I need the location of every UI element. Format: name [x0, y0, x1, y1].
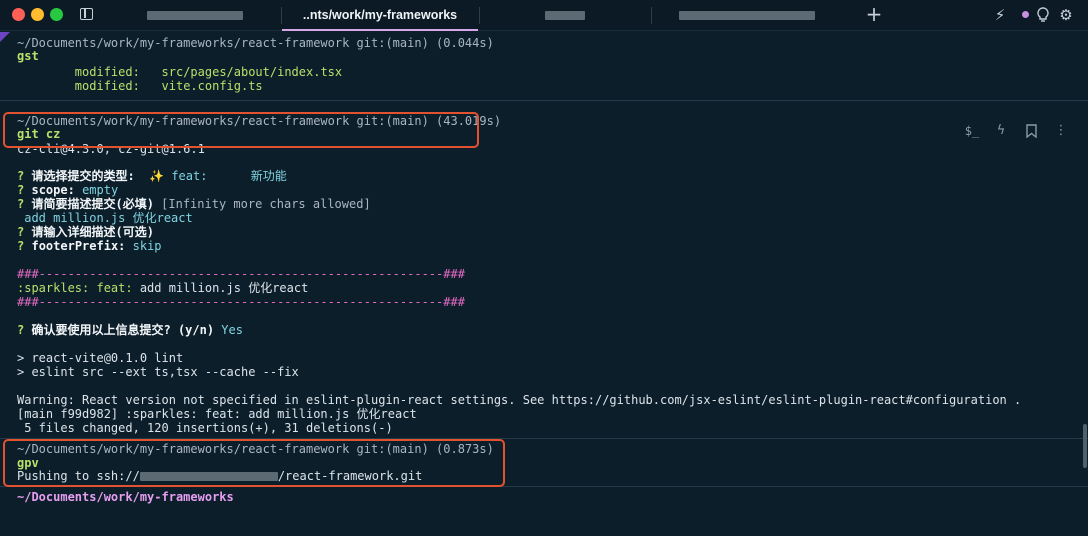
prompt-commit-type: ? 请选择提交的类型: ✨ feat: 新功能 — [17, 169, 287, 183]
gear-icon[interactable]: ⚙ — [1056, 4, 1076, 26]
prompt-footer-prefix: ? footerPrefix: skip — [17, 239, 162, 253]
redacted-tab-title — [545, 11, 585, 21]
dot-icon — [1022, 11, 1029, 18]
question-mark: ? — [17, 169, 25, 183]
bolt-icon[interactable]: ⚡ — [990, 4, 1010, 26]
question-mark: ? — [17, 183, 25, 197]
question-label: 请简要描述提交(必填) — [31, 197, 154, 211]
summary-text: add million.js 优化react — [139, 281, 309, 295]
prompt-confirm: ? 确认要使用以上信息提交? (y/n) Yes — [17, 323, 243, 337]
plus-icon[interactable]: + — [863, 4, 885, 26]
tab-1[interactable] — [110, 0, 280, 31]
tab-active[interactable]: ..nts/work/my-frameworks — [282, 0, 478, 31]
prompt-subject: ? 请简要描述提交(必填) [Infinity more chars allow… — [17, 197, 371, 211]
prompt-body: ? 请输入详细描述(可选) — [17, 225, 154, 239]
question-label: 请输入详细描述(可选) — [31, 225, 154, 239]
bookmark-icon[interactable] — [1022, 122, 1040, 140]
redacted-tab-title — [147, 11, 243, 21]
lightbulb-icon[interactable] — [1034, 4, 1052, 26]
maximize-window-button[interactable] — [50, 8, 63, 21]
terminal-window: ..nts/work/my-frameworks + ⚡ ⚙ ~/Documen… — [0, 0, 1088, 536]
summary-rule-bottom: ###-------------------------------------… — [17, 295, 465, 309]
dollar-icon[interactable]: $_ — [962, 122, 982, 140]
commit-result: [main f99d982] :sparkles: feat: add mill… — [17, 407, 417, 421]
title-bar: ..nts/work/my-frameworks + ⚡ ⚙ — [0, 0, 1088, 31]
question-label: 确认要使用以上信息提交? — [31, 323, 171, 337]
question-hint: [Infinity more chars allowed] — [161, 197, 371, 211]
question-mark: ? — [17, 239, 25, 253]
redacted-tab-title — [679, 11, 815, 21]
output-path: vite.config.ts — [161, 79, 263, 93]
more-icon[interactable]: ⋮ — [1052, 122, 1070, 140]
subject-answer: add million.js 优化react — [17, 211, 193, 225]
terminal-output[interactable]: ~/Documents/work/my-frameworks/react-fra… — [0, 32, 1088, 536]
block-accent-marker — [0, 32, 10, 42]
tab-3[interactable] — [480, 0, 650, 31]
block-divider — [0, 100, 1088, 101]
block-1-output-line: modified: src/pages/about/index.tsx — [17, 65, 342, 79]
question-label: footerPrefix: — [31, 239, 126, 253]
highlight-box-git-cz — [3, 112, 479, 148]
question-label: 请选择提交的类型: — [31, 169, 135, 183]
lint-script-line: > react-vite@0.1.0 lint — [17, 351, 184, 365]
tab-active-label: ..nts/work/my-frameworks — [302, 8, 458, 22]
commit-summary: :sparkles: feat: add million.js 优化react — [17, 281, 308, 295]
scrollbar[interactable] — [1083, 424, 1087, 468]
tab-4[interactable] — [652, 0, 842, 31]
question-label: scope: — [31, 183, 75, 197]
lint-command-line: > eslint src --ext ts,tsx --cache --fix — [17, 365, 299, 379]
prompt-scope: ? scope: empty — [17, 183, 118, 197]
summary-rule-top: ###-------------------------------------… — [17, 267, 465, 281]
minimize-window-button[interactable] — [31, 8, 44, 21]
commit-stats: 5 files changed, 120 insertions(+), 31 d… — [17, 421, 393, 435]
output-label: modified: — [74, 79, 140, 93]
highlight-box-gpv — [3, 439, 505, 487]
output-label: modified: — [74, 65, 140, 79]
question-mark: ? — [17, 197, 25, 211]
sidebar-toggle-icon[interactable] — [80, 8, 93, 20]
eslint-warning: Warning: React version not specified in … — [17, 393, 1022, 407]
bolt-icon[interactable]: ϟ — [992, 122, 1010, 140]
block-1-output-line: modified: vite.config.ts — [17, 79, 263, 93]
summary-prefix: :sparkles: feat: — [17, 281, 133, 295]
block-1-header: ~/Documents/work/my-frameworks/react-fra… — [17, 36, 494, 50]
answer: skip — [132, 239, 162, 253]
answer: Yes — [221, 323, 243, 337]
question-mark: ? — [17, 323, 25, 337]
confirm-choice: (y/n) — [177, 323, 215, 337]
close-window-button[interactable] — [12, 8, 25, 21]
block-1-command: gst — [17, 49, 39, 63]
output-path: src/pages/about/index.tsx — [161, 65, 343, 79]
answer: empty — [82, 183, 119, 197]
question-mark: ? — [17, 225, 25, 239]
active-prompt[interactable]: ~/Documents/work/my-frameworks — [17, 490, 234, 504]
answer: ✨ feat: 新功能 — [149, 169, 287, 183]
